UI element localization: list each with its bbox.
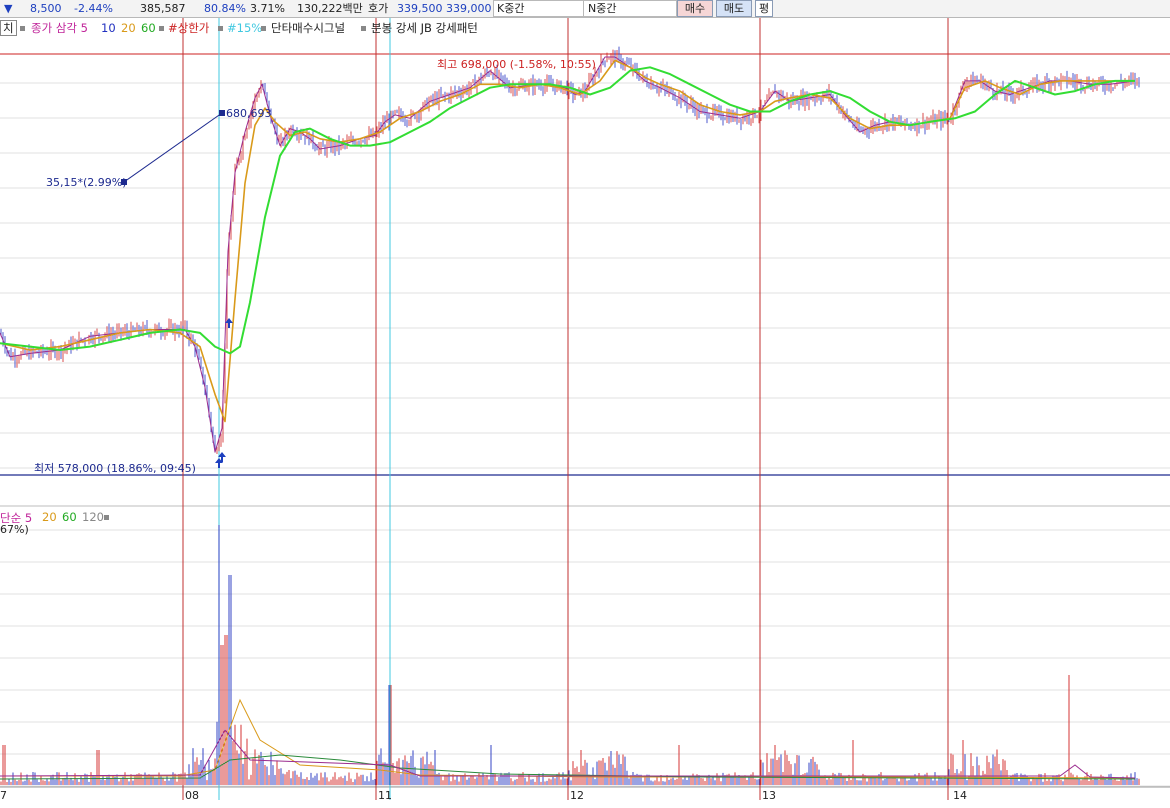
pct-square-icon bbox=[218, 26, 223, 31]
pct15-label[interactable]: #15% bbox=[227, 19, 262, 37]
date-label: 12 bbox=[570, 789, 584, 802]
volume-square-icon bbox=[104, 515, 109, 520]
candlesticks bbox=[0, 46, 1140, 454]
volume-ratio: 80.84% bbox=[204, 2, 246, 15]
down-arrow-icon: ▼ bbox=[4, 2, 13, 15]
volume-percent: 67%) bbox=[0, 523, 29, 536]
hoga-label: 호가 bbox=[368, 2, 389, 15]
sell-button[interactable]: 매도 bbox=[716, 0, 752, 17]
change-percent: -2.44% bbox=[74, 2, 113, 15]
high-annotation: 최고 698,000 (-1.58%, 10:55) bbox=[437, 58, 596, 71]
buy-button[interactable]: 매수 bbox=[677, 0, 713, 17]
turnover-rate: 3.71% bbox=[250, 2, 285, 15]
buy-signal-arrow-icon bbox=[225, 318, 233, 328]
limit-up-label[interactable]: #상한가 bbox=[168, 19, 209, 37]
trade-amount: 130,222백만 bbox=[297, 2, 363, 15]
date-label: 7 bbox=[0, 789, 7, 802]
pattern-label[interactable]: 분봉 강세 JB 강세패턴 bbox=[371, 19, 478, 37]
stock-chart[interactable] bbox=[0, 0, 1170, 808]
legend-prefix[interactable]: 치 bbox=[0, 20, 17, 36]
trendline bbox=[123, 112, 223, 183]
bid-price: 339,000 bbox=[446, 2, 492, 15]
date-label: 08 bbox=[185, 789, 199, 802]
trade-volume: 385,587 bbox=[140, 2, 186, 15]
date-label: 14 bbox=[953, 789, 967, 802]
ma60-label[interactable]: 60 bbox=[141, 19, 156, 37]
trendline-delta: 35,15*(2.99%) bbox=[46, 176, 127, 189]
pattern-square-icon bbox=[361, 26, 366, 31]
ma-square-icon bbox=[20, 26, 25, 31]
ask-price: 339,500 bbox=[397, 2, 443, 15]
ma10-label[interactable]: 10 bbox=[101, 19, 116, 37]
volume-ma60-label[interactable]: 60 bbox=[62, 510, 77, 524]
date-label: 13 bbox=[762, 789, 776, 802]
chart-grid bbox=[0, 53, 1170, 788]
trendline-handle bbox=[219, 110, 225, 116]
volume-ma120-label[interactable]: 120 bbox=[82, 510, 104, 524]
ma-label[interactable]: 종가 삼각 5 bbox=[31, 19, 88, 37]
date-label: 11 bbox=[378, 789, 392, 802]
stock-info-bar: ▼ 8,500 -2.44% 385,587 80.84% 3.71% 130,… bbox=[0, 0, 1170, 18]
signal-markers bbox=[215, 318, 233, 468]
low-annotation: 최저 578,000 (18.86%, 09:45) bbox=[34, 462, 196, 475]
ma20-label[interactable]: 20 bbox=[121, 19, 136, 37]
trendline-value: 680,693 bbox=[226, 107, 272, 120]
volume-ma20-label[interactable]: 20 bbox=[42, 510, 57, 524]
current-price: 8,500 bbox=[30, 2, 62, 15]
signal-square-icon bbox=[261, 26, 266, 31]
signal-label[interactable]: 단타매수시그널 bbox=[271, 19, 345, 37]
limit-square-icon bbox=[159, 26, 164, 31]
k-mid-field[interactable]: K중간 bbox=[493, 0, 588, 17]
n-mid-field[interactable]: N중간 bbox=[583, 0, 677, 17]
volume-bars bbox=[0, 525, 1140, 785]
even-button[interactable]: 평 bbox=[755, 0, 773, 17]
